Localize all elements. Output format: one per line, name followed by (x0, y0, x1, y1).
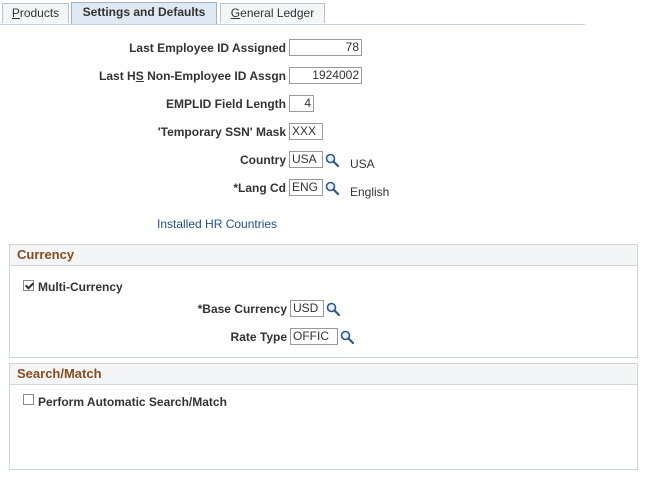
temporary-ssn-mask-label: 'Temporary SSN' Mask (157, 125, 286, 139)
base-currency-field[interactable]: USD (290, 300, 324, 317)
lang-cd-lookup-icon[interactable] (325, 181, 339, 195)
lang-cd-label: *Lang Cd (233, 181, 286, 195)
tab-gl-label-post: eneral Ledger (240, 6, 315, 20)
temporary-ssn-mask-field[interactable]: XXX (289, 123, 323, 140)
installed-hr-countries-link[interactable]: Installed HR Countries (157, 217, 277, 231)
tab-gl-accesskey: G (230, 6, 241, 20)
emplid-field-length-field[interactable]: 4 (289, 95, 314, 112)
country-field[interactable]: USA (289, 151, 323, 168)
lang-cd-field[interactable]: ENG (289, 179, 323, 196)
tab-bar: Products Settings and Defaults General L… (0, 0, 585, 25)
lang-cd-description: English (350, 185, 390, 199)
tab-products-label-post: roducts (19, 6, 60, 20)
last-employee-id-field[interactable]: 78 (289, 39, 362, 56)
last-hs-label-post: Non-Employee ID Assgn (143, 69, 286, 83)
rate-type-lookup-icon[interactable] (340, 330, 354, 344)
last-hs-nonemployee-id-label: Last HS Non-Employee ID Assgn (99, 69, 286, 83)
country-lookup-icon[interactable] (325, 153, 339, 167)
tab-settings-and-defaults[interactable]: Settings and Defaults (71, 2, 217, 24)
rate-type-field[interactable]: OFFIC (290, 328, 338, 345)
tab-general-ledger[interactable]: General Ledger (220, 3, 325, 23)
base-currency-label: *Base Currency (197, 302, 287, 316)
last-employee-id-label: Last Employee ID Assigned (129, 41, 286, 55)
last-hs-label-pre: Last H (99, 69, 136, 83)
search-match-group: Search/Match (9, 363, 638, 470)
currency-group-header: Currency (10, 245, 637, 266)
country-label: Country (240, 153, 286, 167)
tab-products-accesskey: P (11, 6, 20, 20)
emplid-field-length-label: EMPLID Field Length (166, 97, 286, 111)
last-hs-nonemployee-id-field[interactable]: 1924002 (289, 67, 362, 84)
search-match-group-header: Search/Match (10, 364, 637, 385)
tab-settings-label: Settings and Defaults (82, 5, 206, 19)
multi-currency-checkbox[interactable] (23, 280, 34, 291)
rate-type-label: Rate Type (230, 330, 287, 344)
perform-automatic-search-match-label: Perform Automatic Search/Match (38, 395, 227, 409)
tab-products[interactable]: Products (2, 3, 69, 23)
base-currency-lookup-icon[interactable] (326, 302, 340, 316)
multi-currency-label: Multi-Currency (38, 280, 123, 294)
last-hs-label-accesskey: S (135, 69, 144, 83)
country-description: USA (350, 157, 375, 171)
perform-automatic-search-match-checkbox[interactable] (23, 394, 34, 405)
